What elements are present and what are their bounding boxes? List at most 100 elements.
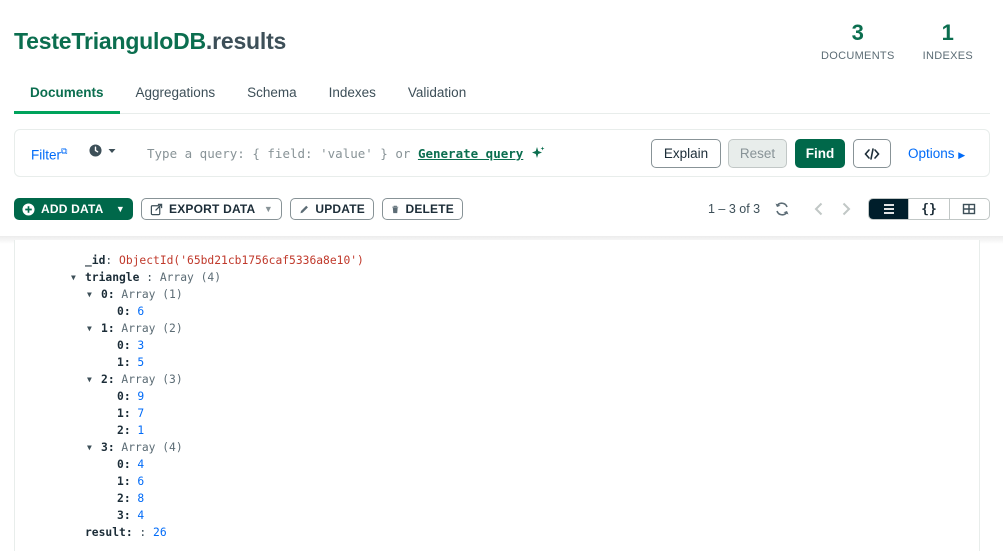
list-view-button[interactable] [869,199,910,219]
update-button[interactable]: UPDATE [290,198,374,220]
refresh-icon [775,202,789,216]
options-toggle[interactable]: Options ▶ [908,146,965,161]
caret-down-icon: ▼ [263,204,273,214]
array-element[interactable]: ▼ 0: Array (1) [15,286,364,303]
array-element[interactable]: 1: 7 [15,405,364,422]
tab-schema[interactable]: Schema [231,76,313,114]
field-key: result [85,526,126,539]
table-icon [963,203,976,215]
delete-button[interactable]: DELETE [382,198,463,220]
caret-right-icon: ▶ [958,150,966,160]
collection-name: .results [205,28,287,54]
tab-documents[interactable]: Documents [14,76,120,114]
generate-query-link[interactable]: Generate query [418,146,523,161]
query-bar: Filter⧉ Type a query: { field: 'value' }… [14,129,990,177]
database-name[interactable]: TesteTrianguloDB [14,28,206,54]
caret-down-icon[interactable]: ▼ [87,286,92,303]
field-key: 0 [101,288,108,301]
update-label: UPDATE [315,202,365,216]
tab-indexes[interactable]: Indexes [313,76,392,114]
field-value: 7 [137,407,145,420]
query-placeholder: Type a query: { field: 'value' } or [147,146,418,161]
field-type: Array (1) [121,288,183,301]
array-element[interactable]: ▼ 3: Array (4) [15,439,364,456]
export-icon [150,203,163,215]
tab-aggregations[interactable]: Aggregations [120,76,232,114]
plus-circle-icon [22,202,35,216]
collection-tabs: Documents Aggregations Schema Indexes Va… [14,76,990,114]
external-link-icon: ⧉ [61,146,68,156]
field-value: 4 [137,509,145,522]
field-value: 6 [137,475,145,488]
field-type: Array (3) [121,373,183,386]
clock-icon [89,144,102,157]
field-key: 3 [117,509,124,522]
refresh-button[interactable] [774,201,790,222]
list-icon [883,204,894,214]
caret-down-icon[interactable]: ▼ [87,371,92,388]
trash-icon [392,205,399,213]
filter-link[interactable]: Filter⧉ [31,146,67,163]
export-data-label: EXPORT DATA [169,202,256,216]
chevron-right-icon [842,202,851,216]
field-key: 2 [117,492,124,505]
explain-button[interactable]: Explain [651,139,721,168]
field-key: 0 [117,458,124,471]
document-field-id[interactable]: _id: ObjectId('65bd21cb1756caf5336a8e10'… [15,252,364,269]
field-key: 2 [101,373,108,386]
array-element[interactable]: 3: 4 [15,507,364,524]
array-element[interactable]: 1: 5 [15,354,364,371]
table-view-button[interactable] [950,199,989,219]
export-to-language-button[interactable] [853,139,891,168]
code-icon [864,147,880,160]
add-data-button[interactable]: ADD DATA ▼ [14,198,133,220]
query-input[interactable]: Type a query: { field: 'value' } or Gene… [147,146,545,161]
reset-button[interactable]: Reset [728,139,787,168]
field-value: 8 [137,492,145,505]
field-value: 1 [137,424,145,437]
next-page-button[interactable] [839,201,853,222]
caret-down-icon[interactable]: ▼ [71,269,76,286]
chevron-down-icon [108,148,116,153]
array-element[interactable]: 0: 3 [15,337,364,354]
field-value: 6 [137,305,145,318]
array-element[interactable]: 0: 4 [15,456,364,473]
documents-count-label: DOCUMENTS [821,50,895,62]
array-element[interactable]: 2: 1 [15,422,364,439]
caret-down-icon[interactable]: ▼ [87,439,92,456]
caret-down-icon[interactable]: ▼ [87,320,92,337]
documents-count: 3 DOCUMENTS [821,20,895,62]
array-element[interactable]: 0: 6 [15,303,364,320]
view-switcher: {} [868,198,990,220]
document-field-triangle[interactable]: ▼ triangle : Array (4) [15,269,364,286]
previous-page-button[interactable] [812,201,826,222]
filter-label: Filter [31,147,61,163]
field-key: 1 [117,407,124,420]
document-card: _id: ObjectId('65bd21cb1756caf5336a8e10'… [14,240,980,551]
documents-toolbar: ADD DATA ▼ EXPORT DATA ▼ UPDATE DELETE 1… [14,198,990,220]
json-view-button[interactable]: {} [909,199,950,219]
field-value: 4 [137,458,145,471]
query-history-button[interactable] [89,144,118,157]
field-value: ObjectId('65bd21cb1756caf5336a8e10') [119,254,364,267]
field-key: 2 [117,424,124,437]
export-data-button[interactable]: EXPORT DATA ▼ [141,198,282,220]
collection-title: TesteTrianguloDB.results [14,28,286,55]
array-element[interactable]: ▼ 2: Array (3) [15,371,364,388]
collection-stats: 3 DOCUMENTS 1 INDEXES [821,20,1003,62]
add-data-label: ADD DATA [41,202,104,216]
document-field-result[interactable]: result: : 26 [15,524,364,541]
field-type: Array (2) [121,322,183,335]
array-element[interactable]: 1: 6 [15,473,364,490]
field-key: 1 [117,475,124,488]
tab-validation[interactable]: Validation [392,76,482,114]
array-element[interactable]: 2: 8 [15,490,364,507]
field-key: 3 [101,441,108,454]
field-value: 9 [137,390,145,403]
field-type: Array (4) [159,271,222,284]
array-element[interactable]: ▼ 1: Array (2) [15,320,364,337]
sparkle-icon [531,146,545,158]
options-label: Options [908,146,955,161]
find-button[interactable]: Find [795,139,845,168]
array-element[interactable]: 0: 9 [15,388,364,405]
